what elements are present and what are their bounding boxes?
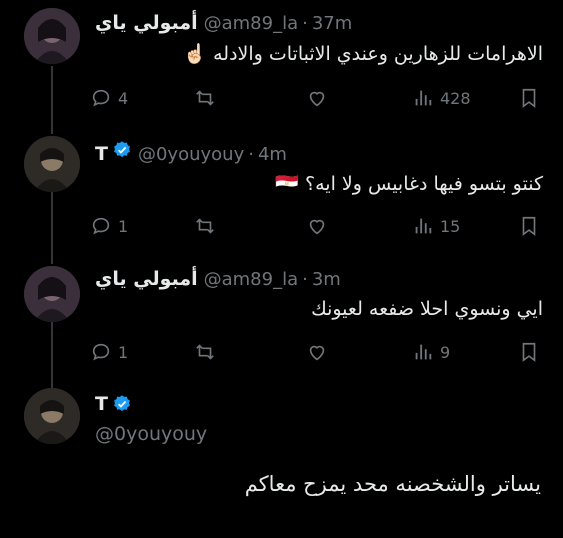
views-count: 9 [440,342,451,362]
reply-count: 1 [118,342,129,362]
reply-icon [92,343,110,361]
action-bar: 1 15 [90,214,545,238]
bookmark-button[interactable] [518,214,540,238]
display-name[interactable]: أمبولي ياي [95,268,198,290]
reply-button[interactable]: 1 [90,214,128,238]
thread-line [51,66,53,134]
thread-line [51,192,53,264]
views-count: 428 [440,88,471,108]
handle[interactable]: @am89_la [204,13,299,34]
retweet-icon [196,90,214,106]
tweet-text: يساتر والشخصنه محد يمزح معاكم [244,472,541,496]
views-button[interactable]: 9 [412,340,450,364]
display-name[interactable]: T [95,393,108,415]
bookmark-icon [522,342,536,362]
handle[interactable]: @0youyouy [95,423,207,445]
like-button[interactable] [306,86,328,110]
retweet-icon [196,344,214,360]
views-icon [415,90,432,106]
reply-button[interactable]: 1 [90,340,128,364]
tweet-text: كنتو بتسو فيها دغابيس ولا ايه؟ 🇪🇬 [275,173,543,195]
tweet-text: ايي ونسوي احلا ضفعه لعيونك [311,298,543,320]
display-name[interactable]: T [95,143,108,165]
avatar[interactable] [24,136,80,192]
views-icon [415,218,432,234]
action-bar: 4 428 [90,86,545,110]
thread-line [51,322,53,388]
like-icon [309,345,325,361]
action-bar: 1 9 [90,340,545,364]
retweet-icon [196,218,214,234]
timestamp[interactable]: 37m [312,13,352,34]
verified-badge-icon [114,141,130,158]
retweet-button[interactable] [194,86,216,110]
views-icon [415,344,432,360]
reply-button[interactable]: 4 [90,86,128,110]
like-button[interactable] [306,340,328,364]
views-button[interactable]: 15 [412,214,460,238]
retweet-button[interactable] [194,214,216,238]
main-tweet-header: T [95,393,132,415]
like-icon [309,91,325,107]
handle[interactable]: @am89_la [204,269,299,290]
timestamp[interactable]: 4m [258,144,287,165]
like-button[interactable] [306,214,328,238]
views-count: 15 [440,216,461,236]
avatar[interactable] [24,8,80,64]
bookmark-button[interactable] [518,340,540,364]
views-button[interactable]: 428 [412,86,471,110]
display-name[interactable]: أمبولي ياي [95,12,198,34]
bookmark-icon [522,88,536,108]
separator-dot: · [302,269,308,290]
verified-badge-icon [114,395,130,412]
tweet-header: أمبولي ياي @am89_la · 3m [95,268,341,290]
retweet-button[interactable] [194,340,216,364]
reply-count: 4 [118,88,129,108]
separator-dot: · [302,13,308,34]
avatar[interactable] [24,266,80,322]
reply-icon [92,89,110,107]
reply-icon [92,217,110,235]
timestamp[interactable]: 3m [312,269,341,290]
tweet-header: أمبولي ياي @am89_la · 37m [95,12,352,34]
reply-count: 1 [118,216,129,236]
separator-dot: · [248,144,254,165]
like-icon [309,219,325,235]
handle[interactable]: @0youyouy [138,144,244,165]
bookmark-button[interactable] [518,86,540,110]
avatar[interactable] [24,388,80,444]
bookmark-icon [522,216,536,236]
tweet-header: T @0youyouy · 4m [95,140,287,165]
tweet-text: الاهرامات للزهارين وعندي الاثباتات والاد… [183,43,543,65]
